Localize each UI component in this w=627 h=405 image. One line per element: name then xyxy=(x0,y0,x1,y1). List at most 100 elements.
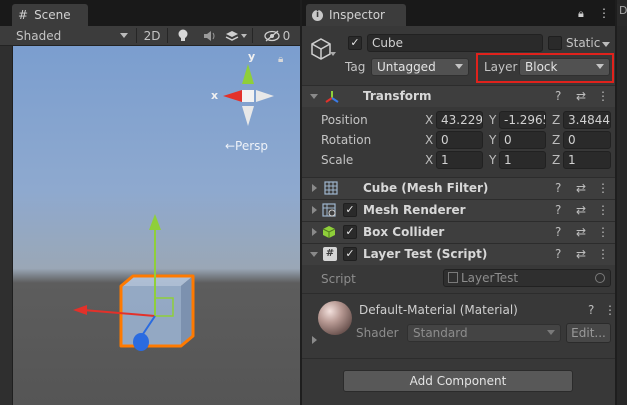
more-options-icon[interactable]: ⋮ xyxy=(597,203,609,217)
scale-y-field[interactable]: 1 xyxy=(499,151,546,169)
gizmo-y-cone[interactable] xyxy=(242,64,254,84)
foldout-expanded-icon[interactable] xyxy=(310,252,318,257)
help-icon[interactable]: ? xyxy=(555,89,561,103)
scale-label[interactable]: Scale xyxy=(321,153,353,167)
scene-orientation-gizmo[interactable] xyxy=(208,54,288,134)
toggle-2d-label: 2D xyxy=(143,28,161,43)
box-collider-header[interactable]: ✓ Box Collider ? ⇄ ⋮ xyxy=(302,221,615,243)
effects-dropdown[interactable] xyxy=(222,26,250,45)
layer-test-enabled-checkbox[interactable]: ✓ xyxy=(343,247,357,261)
mesh-renderer-enabled-checkbox[interactable]: ✓ xyxy=(343,203,357,217)
mesh-renderer-title: Mesh Renderer xyxy=(363,203,466,217)
shader-dropdown: Standard xyxy=(407,324,561,342)
mesh-filter-header[interactable]: Cube (Mesh Filter) ? ⇄ ⋮ xyxy=(302,177,615,199)
static-checkbox[interactable] xyxy=(548,36,562,50)
gizmo-x-label: x xyxy=(211,89,219,102)
add-component-button[interactable]: Add Component xyxy=(343,370,573,392)
move-z-arrow[interactable] xyxy=(133,333,149,351)
rotation-x-field[interactable]: 0 xyxy=(436,131,483,149)
gizmo-y-label: y xyxy=(248,50,256,63)
position-z-label[interactable]: Z xyxy=(552,113,560,127)
presets-icon[interactable]: ⇄ xyxy=(576,247,586,261)
position-y-label[interactable]: Y xyxy=(489,113,496,127)
more-options-icon[interactable]: ⋮ xyxy=(597,181,609,195)
more-options-icon[interactable]: ⋮ xyxy=(598,6,610,20)
rotation-y-field[interactable]: 0 xyxy=(499,131,546,149)
scale-z-field[interactable]: 1 xyxy=(563,151,611,169)
help-icon[interactable]: ? xyxy=(555,181,561,195)
hidden-objects-toggle[interactable]: 0 xyxy=(257,26,297,45)
lock-icon[interactable]: 🔒︎ xyxy=(578,7,584,21)
active-checkbox[interactable]: ✓ xyxy=(348,36,362,50)
box-collider-enabled-checkbox[interactable]: ✓ xyxy=(343,225,357,239)
presets-icon[interactable]: ⇄ xyxy=(576,89,586,103)
foldout-collapsed-icon[interactable] xyxy=(312,336,317,344)
scene-toolbar: Shaded 2D 0 xyxy=(0,26,300,46)
position-label[interactable]: Position xyxy=(321,113,368,127)
mesh-renderer-header[interactable]: ✓ Mesh Renderer ? ⇄ ⋮ xyxy=(302,199,615,221)
inspector-tabbar: i Inspector 🔒︎ ⋮ xyxy=(302,0,615,26)
chevron-down-icon[interactable] xyxy=(602,42,610,47)
rotation-label[interactable]: Rotation xyxy=(321,133,371,147)
lock-icon[interactable]: 🔒︎ xyxy=(278,54,283,65)
hierarchy-edge xyxy=(0,46,13,405)
move-x-arrow[interactable] xyxy=(73,305,87,315)
chevron-down-icon xyxy=(547,330,555,335)
scale-x-label[interactable]: X xyxy=(425,153,433,167)
foldout-collapsed-icon[interactable] xyxy=(312,228,317,236)
move-y-arrow[interactable] xyxy=(149,214,161,230)
shading-mode-label: Shaded xyxy=(16,28,62,43)
gizmo-neg-x-cone[interactable] xyxy=(256,90,274,102)
gizmo-neg-y-cone[interactable] xyxy=(242,106,254,126)
scale-y-label[interactable]: Y xyxy=(489,153,496,167)
chevron-down-icon[interactable] xyxy=(330,52,336,56)
scale-z-label[interactable]: Z xyxy=(552,153,560,167)
shading-mode-dropdown[interactable]: Shaded xyxy=(6,26,132,45)
more-options-icon[interactable]: ⋮ xyxy=(597,89,609,103)
box-collider-icon xyxy=(322,226,336,238)
more-options-icon[interactable]: ⋮ xyxy=(604,303,616,317)
layer-test-header[interactable]: # ✓ Layer Test (Script) ? ⇄ ⋮ xyxy=(302,243,615,265)
presets-icon[interactable]: ⇄ xyxy=(576,203,586,217)
material-preview-sphere[interactable] xyxy=(318,301,352,335)
rotation-x-label[interactable]: X xyxy=(425,133,433,147)
tag-value: Untagged xyxy=(377,60,436,74)
gizmo-x-cone[interactable] xyxy=(223,90,242,102)
help-icon[interactable]: ? xyxy=(555,203,561,217)
foldout-collapsed-icon[interactable] xyxy=(312,206,317,214)
transform-header[interactable]: Transform ? ⇄ ⋮ xyxy=(302,85,615,107)
tab-inspector[interactable]: i Inspector xyxy=(306,4,406,26)
presets-icon[interactable]: ⇄ xyxy=(576,181,586,195)
toggle-2d-button[interactable]: 2D xyxy=(140,26,164,45)
more-options-icon[interactable]: ⋮ xyxy=(597,225,609,239)
cube-object-icon[interactable] xyxy=(309,36,333,62)
gizmo-center-cube[interactable] xyxy=(242,90,254,102)
speaker-icon xyxy=(203,30,214,41)
help-icon[interactable]: ? xyxy=(555,247,561,261)
tag-dropdown[interactable]: Untagged xyxy=(371,58,469,76)
script-value: LayerTest xyxy=(461,271,519,285)
lighting-toggle-button[interactable] xyxy=(172,26,194,45)
audio-toggle-button[interactable] xyxy=(198,26,220,45)
rotation-z-label[interactable]: Z xyxy=(552,133,560,147)
side-tab[interactable]: D xyxy=(617,4,627,26)
rotation-y-label[interactable]: Y xyxy=(489,133,496,147)
position-z-field[interactable]: 3.4844 xyxy=(563,111,611,129)
foldout-expanded-icon[interactable] xyxy=(310,94,318,99)
scale-x-field[interactable]: 1 xyxy=(436,151,483,169)
presets-icon[interactable]: ⇄ xyxy=(576,225,586,239)
selected-cube[interactable] xyxy=(63,206,203,366)
foldout-collapsed-icon[interactable] xyxy=(312,184,317,192)
static-label[interactable]: Static xyxy=(566,36,600,50)
help-icon[interactable]: ? xyxy=(588,303,594,317)
projection-label[interactable]: ←Persp xyxy=(225,139,268,153)
tab-scene[interactable]: # Scene xyxy=(12,4,88,26)
object-name-field[interactable]: Cube xyxy=(367,34,543,52)
more-options-icon[interactable]: ⋮ xyxy=(597,247,609,261)
position-x-label[interactable]: X xyxy=(425,113,433,127)
scene-viewport[interactable]: y x 🔒︎ ←Persp xyxy=(13,46,300,405)
rotation-z-field[interactable]: 0 xyxy=(563,131,611,149)
position-y-field[interactable]: -1.2965 xyxy=(499,111,546,129)
position-x-field[interactable]: 43.229 xyxy=(436,111,483,129)
help-icon[interactable]: ? xyxy=(555,225,561,239)
